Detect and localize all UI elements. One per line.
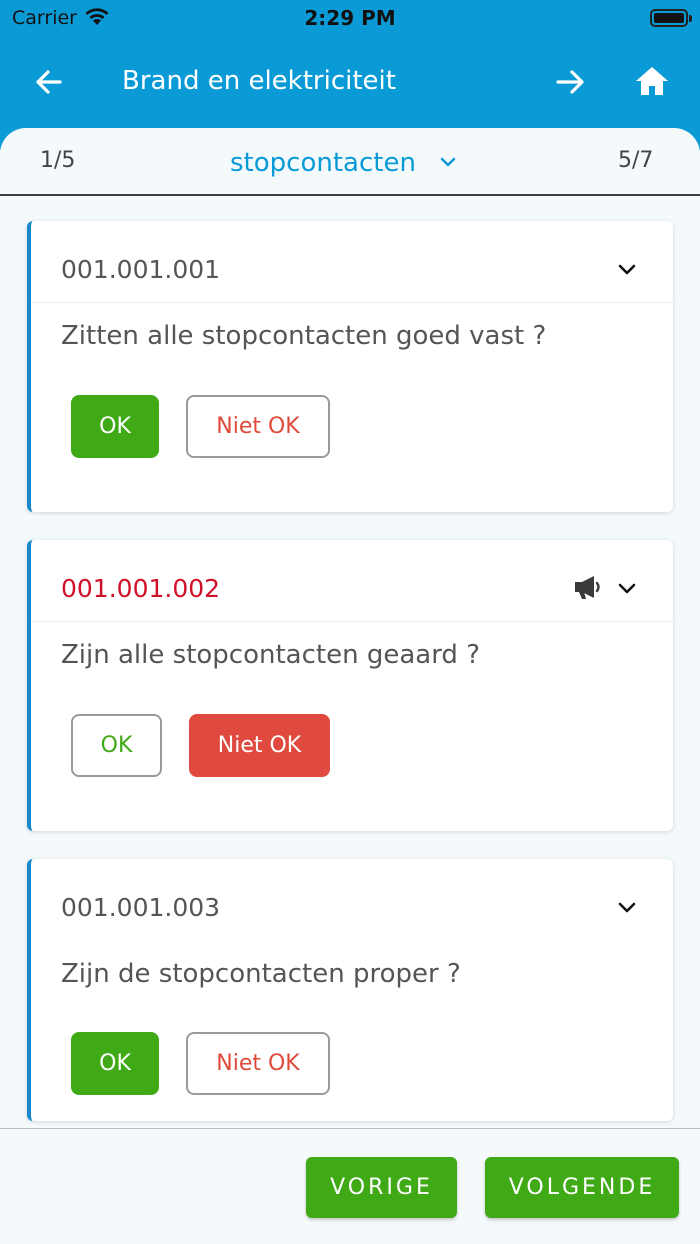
clock: 2:29 PM: [304, 6, 396, 30]
next-button[interactable]: VOLGENDE: [485, 1157, 679, 1218]
divider: [31, 621, 673, 622]
battery-tip: [689, 15, 692, 22]
not-ok-button[interactable]: Niet OK: [186, 1032, 330, 1095]
megaphone-icon[interactable]: [573, 574, 603, 604]
question-code: 001.001.003: [61, 893, 221, 922]
battery-icon: [650, 9, 688, 27]
chevron-down-icon[interactable]: [615, 577, 639, 605]
not-ok-button[interactable]: Niet OK: [186, 395, 330, 458]
chevron-down-icon[interactable]: [438, 152, 458, 176]
question-code: 001.001.002: [61, 574, 221, 603]
back-arrow-icon[interactable]: [30, 62, 70, 102]
question-card: 001.001.002 Zijn alle stopcontacten geaa…: [27, 540, 673, 831]
section-counter: 5/7: [618, 148, 654, 173]
question-code: 001.001.001: [61, 255, 221, 284]
home-icon[interactable]: [632, 62, 672, 102]
question-text: Zijn alle stopcontacten geaard ?: [61, 640, 480, 670]
section-selector[interactable]: stopcontacten: [230, 148, 416, 178]
ok-button[interactable]: OK: [71, 714, 162, 777]
question-text: Zitten alle stopcontacten goed vast ?: [61, 321, 547, 351]
not-ok-button[interactable]: Niet OK: [189, 714, 330, 777]
footer-bar: VORIGE VOLGENDE: [0, 1128, 700, 1244]
chevron-down-icon[interactable]: [615, 258, 639, 286]
status-bar: Carrier 2:29 PM: [0, 0, 700, 36]
question-text: Zijn de stopcontacten proper ?: [61, 959, 461, 989]
question-card: 001.001.001 Zitten alle stopcontacten go…: [27, 221, 673, 512]
page-title: Brand en elektriciteit: [122, 66, 396, 96]
section-bar: 1/5 stopcontacten 5/7: [0, 128, 700, 196]
category-counter: 1/5: [40, 148, 76, 173]
ok-button[interactable]: OK: [71, 395, 159, 458]
previous-button[interactable]: VORIGE: [306, 1157, 457, 1218]
chevron-down-icon[interactable]: [615, 896, 639, 924]
divider: [31, 302, 673, 303]
forward-arrow-icon[interactable]: [550, 62, 590, 102]
ok-button[interactable]: OK: [71, 1032, 159, 1095]
question-card: 001.001.003 Zijn de stopcontacten proper…: [27, 859, 673, 1121]
